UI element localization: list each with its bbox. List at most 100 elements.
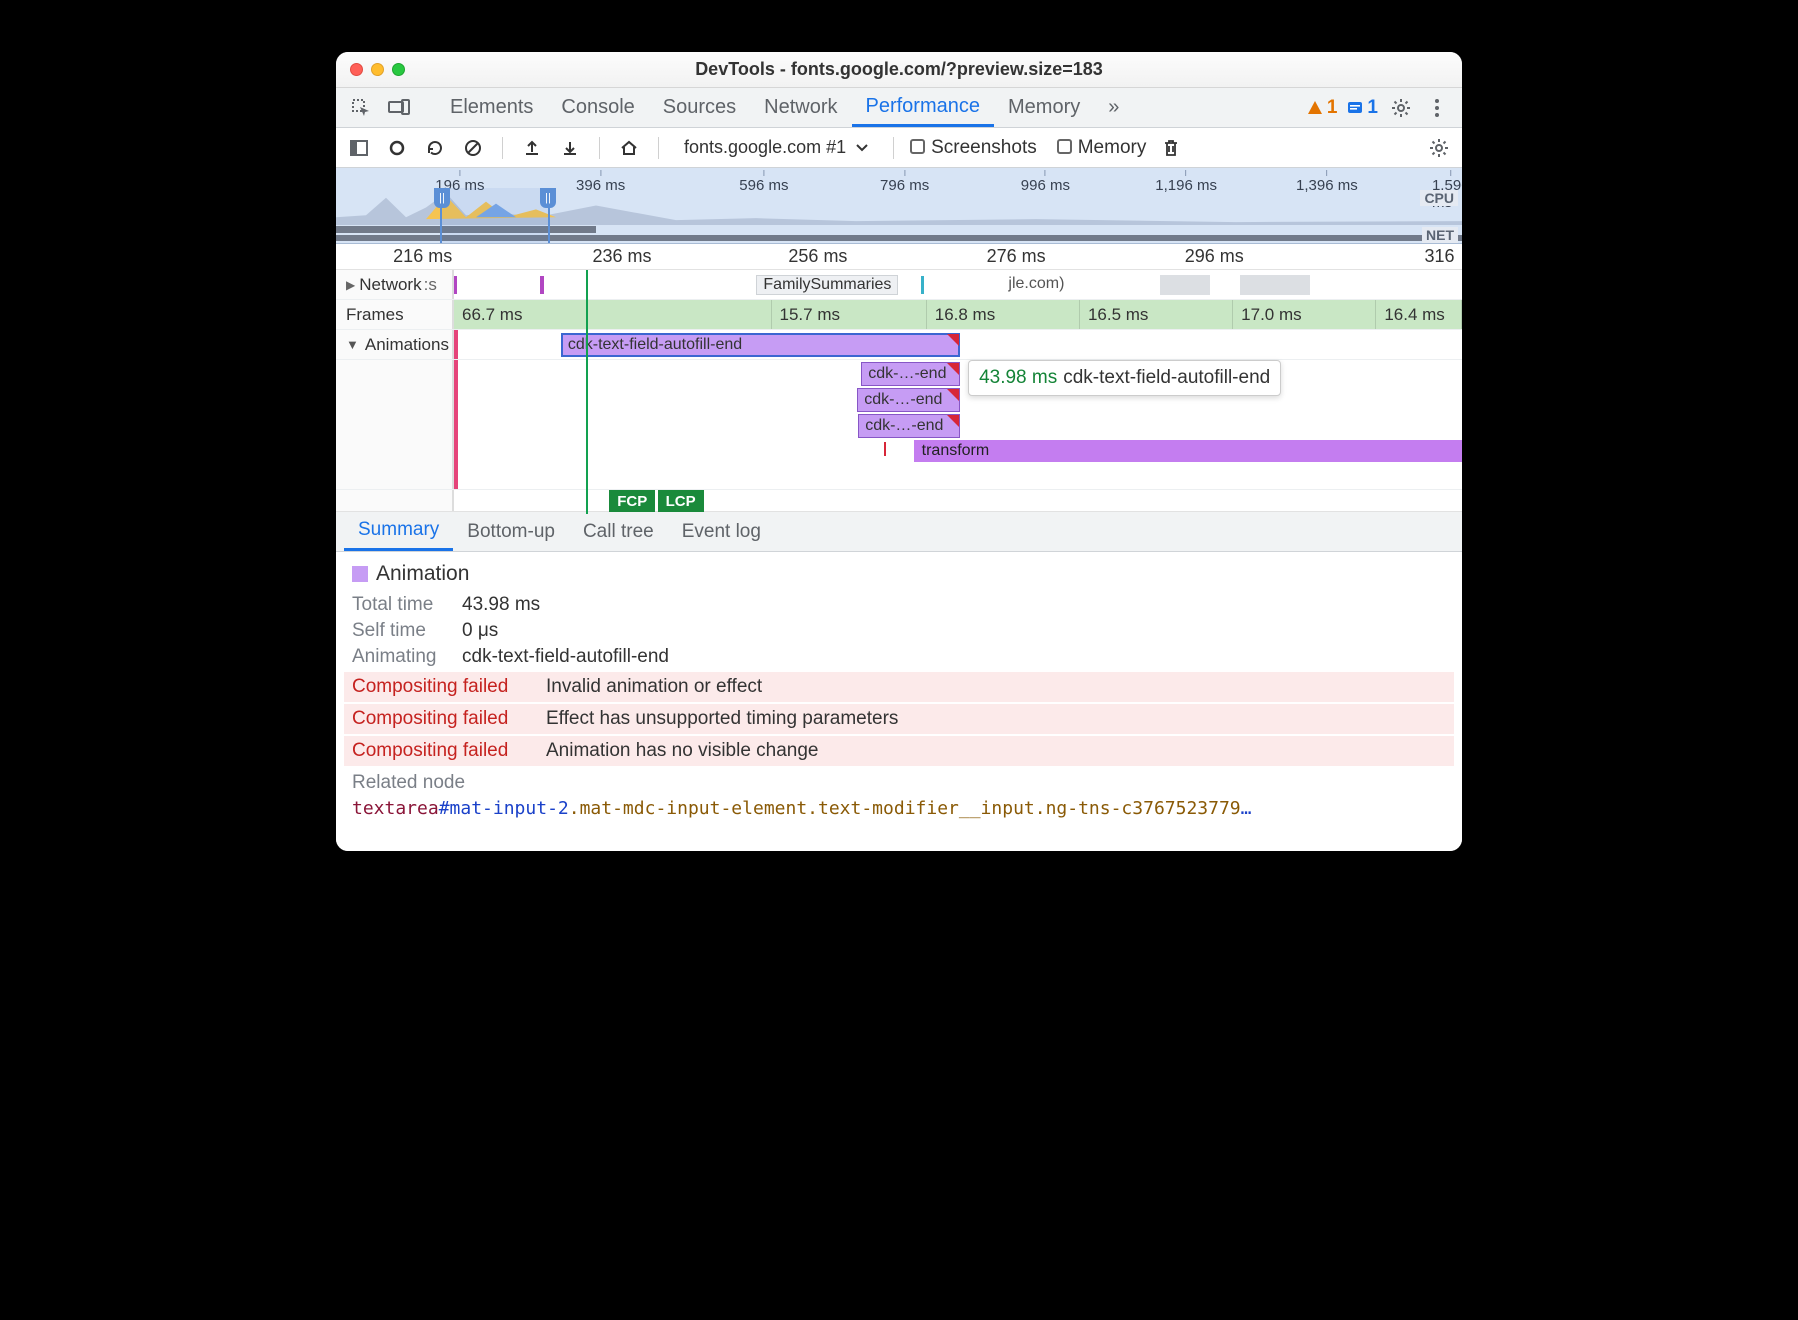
- related-node-link[interactable]: textarea#mat-input-2.mat-mdc-input-eleme…: [352, 798, 1446, 819]
- total-time-label: Total time: [352, 594, 448, 616]
- gc-icon[interactable]: [1158, 135, 1184, 161]
- ruler-tick: 296 ms: [1185, 246, 1244, 267]
- ruler-tick: 216 ms: [393, 246, 452, 267]
- minimize-window-button[interactable]: [371, 63, 384, 76]
- total-time-value: 43.98 ms: [462, 594, 540, 616]
- frame-segment[interactable]: 16.8 ms: [927, 300, 1080, 329]
- timing-marker-fcp[interactable]: FCP: [609, 490, 655, 512]
- ruler-tick: 256 ms: [788, 246, 847, 267]
- tabs-overflow-button[interactable]: »: [1094, 88, 1133, 127]
- recording-selector-label: fonts.google.com #1: [684, 137, 846, 158]
- selection-handle-left[interactable]: ||: [434, 188, 450, 208]
- window-title: DevTools - fonts.google.com/?preview.siz…: [336, 59, 1462, 80]
- frame-segment[interactable]: 15.7 ms: [772, 300, 927, 329]
- frame-segment[interactable]: 66.7 ms: [454, 300, 772, 329]
- memory-toggle[interactable]: Memory: [1057, 137, 1147, 159]
- tab-network[interactable]: Network: [750, 88, 851, 127]
- panel-tabs: Elements Console Sources Network Perform…: [336, 88, 1462, 128]
- close-window-button[interactable]: [350, 63, 363, 76]
- toggle-sidebar-icon[interactable]: [346, 135, 372, 161]
- compositing-failed-row: Compositing failedInvalid animation or e…: [344, 672, 1454, 702]
- timing-marker-lcp[interactable]: LCP: [658, 490, 704, 512]
- warning-ribbon-icon: [947, 363, 959, 375]
- animation-bar-selected[interactable]: cdk-text-field-autofill-end: [561, 333, 960, 357]
- zoom-window-button[interactable]: [392, 63, 405, 76]
- network-request-fragment: jle.com): [1008, 275, 1064, 293]
- overview-net-label: NET: [1422, 227, 1458, 243]
- compositing-failed-row: Compositing failedEffect has unsupported…: [344, 704, 1454, 734]
- animation-bar[interactable]: cdk-…-end: [861, 362, 960, 386]
- subtab-event-log[interactable]: Event log: [668, 512, 775, 551]
- animations-track-body: 43.98 mscdk-text-field-autofill-end cdk-…: [336, 360, 1462, 490]
- download-icon[interactable]: [557, 135, 583, 161]
- devtools-window: DevTools - fonts.google.com/?preview.siz…: [336, 52, 1462, 851]
- selection-handle-right[interactable]: ||: [540, 188, 556, 208]
- recording-selector[interactable]: fonts.google.com #1: [675, 134, 877, 161]
- issues-warning-badge[interactable]: 1: [1307, 97, 1338, 119]
- screenshots-toggle[interactable]: Screenshots: [910, 137, 1037, 159]
- network-request-marker[interactable]: [454, 276, 457, 294]
- frames-track[interactable]: Frames 66.7 ms15.7 ms16.8 ms16.5 ms17.0 …: [336, 300, 1462, 330]
- details-subtabs: Summary Bottom-up Call tree Event log: [336, 512, 1462, 552]
- home-icon[interactable]: [616, 135, 642, 161]
- flamechart-ruler[interactable]: 216 ms236 ms256 ms276 ms296 ms316 ms: [336, 244, 1462, 270]
- network-track[interactable]: ▶ Network :s FamilySummaries jle.com): [336, 270, 1462, 300]
- network-request-bar[interactable]: [1160, 275, 1210, 295]
- warning-ribbon-icon: [947, 415, 959, 427]
- frame-segment[interactable]: 17.0 ms: [1233, 300, 1376, 329]
- animation-bar[interactable]: cdk-…-end: [858, 414, 960, 438]
- network-request-marker[interactable]: [921, 276, 924, 294]
- subtab-call-tree[interactable]: Call tree: [569, 512, 668, 551]
- tab-elements[interactable]: Elements: [436, 88, 547, 127]
- ruler-tick: 276 ms: [987, 246, 1046, 267]
- transform-bar[interactable]: transform: [914, 440, 1462, 462]
- frame-segment[interactable]: 16.4 ms: [1376, 300, 1462, 329]
- network-request-marker[interactable]: [540, 276, 544, 294]
- clear-icon[interactable]: [460, 135, 486, 161]
- frame-segment[interactable]: 16.5 ms: [1080, 300, 1233, 329]
- warning-ribbon-icon: [947, 389, 959, 401]
- issues-info-badge[interactable]: 1: [1347, 97, 1378, 119]
- more-menu-icon[interactable]: [1424, 95, 1450, 121]
- device-toolbar-icon[interactable]: [386, 95, 412, 121]
- self-time-label: Self time: [352, 620, 448, 642]
- tab-console[interactable]: Console: [547, 88, 648, 127]
- overview-cpu-label: CPU: [1420, 190, 1458, 206]
- warning-ribbon-icon: [947, 334, 959, 346]
- animation-color-swatch: [352, 566, 368, 582]
- network-track-label: ▶ Network :s: [336, 270, 454, 299]
- animating-value: cdk-text-field-autofill-end: [462, 646, 669, 668]
- performance-toolbar: fonts.google.com #1 Screenshots Memory: [336, 128, 1462, 168]
- summary-panel: Animation Total time43.98 ms Self time0 …: [336, 552, 1462, 851]
- subtab-summary[interactable]: Summary: [344, 512, 453, 551]
- record-icon[interactable]: [384, 135, 410, 161]
- network-request-bar[interactable]: FamilySummaries: [756, 275, 898, 295]
- overview-minimap[interactable]: 196 ms396 ms596 ms796 ms996 ms1,196 ms1,…: [336, 168, 1462, 244]
- animating-label: Animating: [352, 646, 448, 668]
- chevron-down-icon: [856, 144, 868, 152]
- animations-track-label: ▼Animations: [336, 330, 454, 359]
- animations-track-header[interactable]: ▼Animations cdk-text-field-autofill-end: [336, 330, 1462, 360]
- network-request-bar[interactable]: [1240, 275, 1310, 295]
- settings-gear-icon[interactable]: [1388, 95, 1414, 121]
- animation-bar[interactable]: cdk-…-end: [857, 388, 960, 412]
- reload-record-icon[interactable]: [422, 135, 448, 161]
- upload-icon[interactable]: [519, 135, 545, 161]
- tab-memory[interactable]: Memory: [994, 88, 1094, 127]
- subtab-bottom-up[interactable]: Bottom-up: [453, 512, 569, 551]
- animations-pink-stripe: [454, 330, 458, 359]
- tab-sources[interactable]: Sources: [649, 88, 750, 127]
- issues-info-count: 1: [1367, 97, 1378, 119]
- tab-performance[interactable]: Performance: [852, 88, 995, 127]
- compositing-failed-reason: Animation has no visible change: [546, 740, 819, 762]
- inspect-element-icon[interactable]: [348, 95, 374, 121]
- overview-selection[interactable]: || ||: [440, 188, 550, 243]
- issues-warning-count: 1: [1327, 97, 1338, 119]
- related-node-label: Related node: [352, 772, 465, 794]
- capture-settings-gear-icon[interactable]: [1426, 135, 1452, 161]
- checkbox-icon: [910, 139, 925, 154]
- flamechart-tracks: ▶ Network :s FamilySummaries jle.com) Fr…: [336, 270, 1462, 512]
- hover-tooltip: 43.98 mscdk-text-field-autofill-end: [968, 360, 1281, 396]
- playhead[interactable]: [586, 270, 588, 514]
- timings-track[interactable]: FCPLCP: [336, 490, 1462, 512]
